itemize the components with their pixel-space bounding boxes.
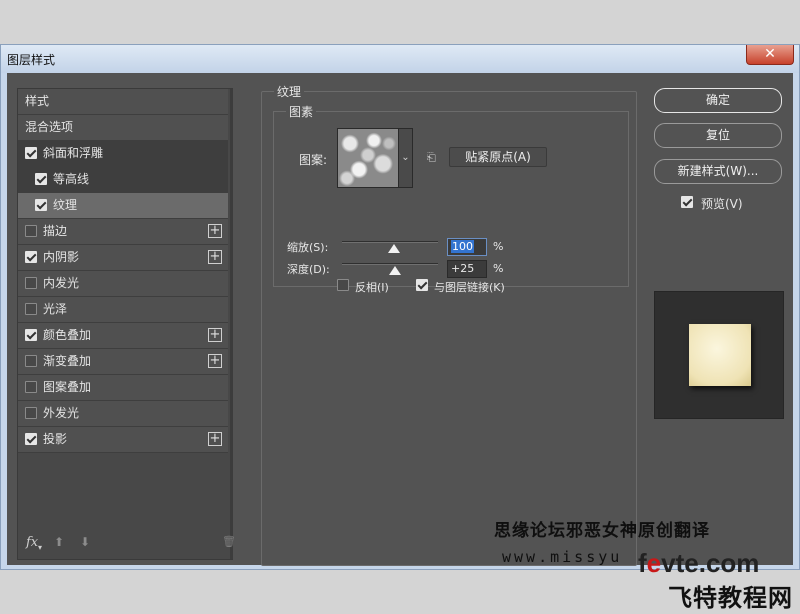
styles-list-item[interactable]: 内发光	[18, 271, 228, 297]
add-effect-icon[interactable]: +	[208, 328, 222, 342]
fx-dropdown-icon: ▾	[38, 543, 43, 552]
depth-slider-thumb[interactable]	[389, 266, 402, 275]
style-enable-checkbox[interactable]	[25, 381, 37, 393]
move-up-icon[interactable]: ⬆	[54, 535, 64, 549]
style-enable-checkbox[interactable]	[25, 251, 37, 263]
style-enable-checkbox[interactable]	[25, 433, 37, 445]
layer-style-window: 图层样式 ✕ 样式 混合选项 斜面和浮雕 等高线 纹理 描边 + 内阴影 + 内发光 光泽 颜色叠加 +…	[0, 44, 800, 570]
site-logo: fevte.com	[638, 548, 759, 579]
preview-checkbox[interactable]	[681, 196, 693, 208]
move-down-icon[interactable]: ⬇	[80, 535, 90, 549]
styles-list-item-label: 纹理	[53, 198, 78, 212]
styles-list-scrollbar[interactable]	[230, 89, 233, 559]
window-title: 图层样式	[7, 53, 56, 67]
style-enable-checkbox[interactable]	[25, 147, 37, 159]
style-enable-checkbox[interactable]	[35, 173, 47, 185]
styles-list-item[interactable]: 纹理	[18, 193, 228, 219]
depth-label: 深度(D):	[287, 263, 330, 276]
add-effect-icon[interactable]: +	[208, 354, 222, 368]
invert-label: 反相(I)	[355, 281, 389, 294]
watermark-url: www.missyu	[502, 548, 623, 566]
styles-list-item-label: 内阴影	[43, 250, 80, 264]
style-enable-checkbox[interactable]	[25, 329, 37, 341]
styles-list-item[interactable]: 斜面和浮雕	[18, 141, 228, 167]
styles-list-item-label: 混合选项	[25, 120, 74, 134]
depth-input[interactable]: +25	[447, 260, 487, 278]
styles-list-item-label: 内发光	[43, 276, 80, 290]
scale-label: 缩放(S):	[287, 241, 329, 254]
styles-list-panel: 样式混合选项斜面和浮雕等高线纹理描边 + 内阴影 + 内发光光泽颜色叠加 + 渐变叠加 + 图案…	[17, 88, 236, 560]
add-effect-icon[interactable]: +	[208, 250, 222, 264]
scale-slider-track[interactable]	[342, 241, 438, 243]
scale-value: 100	[451, 240, 474, 253]
chevron-down-icon[interactable]: ⌄	[399, 128, 413, 188]
new-preset-icon[interactable]: ⎗	[427, 151, 439, 164]
styles-list-item-label: 图案叠加	[43, 380, 92, 394]
styles-list-item[interactable]: 等高线	[18, 167, 228, 193]
preview-swatch	[689, 324, 751, 386]
ok-button[interactable]: 确定	[654, 88, 782, 113]
site-logo-suffix: vte.com	[661, 548, 760, 578]
style-preview	[654, 291, 784, 419]
link-with-layer-checkbox[interactable]	[416, 279, 428, 291]
styles-list-item[interactable]: 外发光	[18, 401, 228, 427]
close-button[interactable]: ✕	[746, 45, 794, 65]
styles-list-item[interactable]: 渐变叠加 +	[18, 349, 228, 375]
link-with-layer-label: 与图层链接(K)	[434, 281, 505, 294]
styles-list-item-label: 颜色叠加	[43, 328, 92, 342]
styles-footer-toolbar: fx ▾ ⬆ ⬇ 🗑	[18, 529, 236, 559]
styles-list-item-label: 等高线	[53, 172, 90, 186]
watermark-text: 思缘论坛邪恶女神原创翻译	[494, 521, 710, 541]
depth-slider-track[interactable]	[342, 263, 438, 265]
site-logo-highlight: e	[646, 548, 662, 578]
preview-label: 预览(V)	[701, 197, 743, 211]
styles-list-item-label: 斜面和浮雕	[43, 146, 104, 160]
style-enable-checkbox[interactable]	[25, 277, 37, 289]
add-effect-icon[interactable]: +	[208, 224, 222, 238]
site-logo-prefix: f	[638, 548, 647, 578]
snap-to-origin-button[interactable]: 贴紧原点(A)	[449, 147, 547, 167]
dialog-body: 样式 混合选项 斜面和浮雕 等高线 纹理 描边 + 内阴影 + 内发光 光泽 颜色叠加 + 渐变叠加 + 图案…	[7, 73, 793, 566]
styles-list-item-label: 光泽	[43, 302, 68, 316]
styles-list-item[interactable]: 颜色叠加 +	[18, 323, 228, 349]
style-enable-checkbox[interactable]	[25, 225, 37, 237]
depth-unit: %	[493, 262, 504, 275]
scale-unit: %	[493, 240, 504, 253]
styles-list-item[interactable]: 图案叠加	[18, 375, 228, 401]
pattern-group-title: 图素	[286, 103, 317, 120]
trash-icon[interactable]: 🗑	[222, 535, 236, 548]
style-enable-checkbox[interactable]	[25, 303, 37, 315]
title-bar[interactable]: 图层样式 ✕	[1, 45, 799, 73]
add-effect-icon[interactable]: +	[208, 432, 222, 446]
style-enable-checkbox[interactable]	[25, 355, 37, 367]
styles-list-item[interactable]: 描边 +	[18, 219, 228, 245]
styles-list-item-label: 描边	[43, 224, 68, 238]
styles-list-item-label: 外发光	[43, 406, 80, 420]
pattern-swatch[interactable]	[337, 128, 399, 188]
styles-list-item-label: 渐变叠加	[43, 354, 92, 368]
styles-list-item-label: 投影	[43, 432, 68, 446]
styles-list-item[interactable]: 光泽	[18, 297, 228, 323]
style-enable-checkbox[interactable]	[25, 407, 37, 419]
styles-list-item[interactable]: 混合选项	[18, 115, 228, 141]
pattern-label: 图案:	[299, 153, 328, 167]
styles-list-item[interactable]: 样式	[18, 89, 228, 115]
texture-group-title: 纹理	[274, 83, 305, 100]
fx-button[interactable]: fx	[26, 535, 38, 550]
site-logo-cn: 飞特教程网	[668, 584, 793, 612]
invert-checkbox[interactable]	[337, 279, 349, 291]
styles-list-item[interactable]: 内阴影 +	[18, 245, 228, 271]
new-style-button[interactable]: 新建样式(W)...	[654, 159, 782, 184]
scale-input[interactable]: 100	[447, 238, 487, 256]
styles-list-item[interactable]: 投影 +	[18, 427, 228, 453]
style-enable-checkbox[interactable]	[35, 199, 47, 211]
styles-list-item-label: 样式	[25, 94, 50, 108]
scale-slider-thumb[interactable]	[387, 244, 400, 253]
reset-button[interactable]: 复位	[654, 123, 782, 148]
